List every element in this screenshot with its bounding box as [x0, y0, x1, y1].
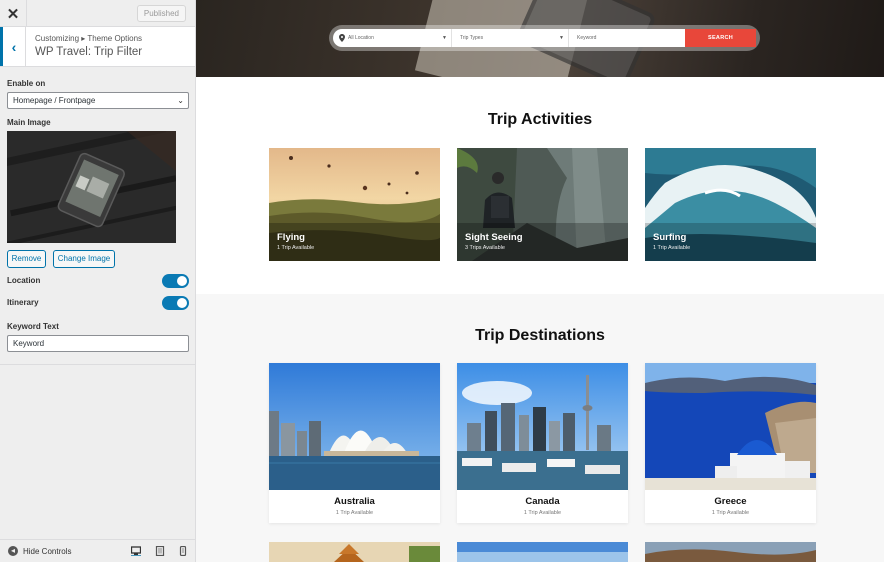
location-select[interactable]: All Location ▼	[333, 29, 452, 47]
destination-count: 1 Trip Available	[523, 510, 562, 516]
trip-search-form: All Location ▼ Trip Types ▼ Keyword SEAR…	[329, 25, 760, 51]
destination-count: 1 Trip Available	[711, 510, 750, 516]
destination-card-partial[interactable]	[457, 542, 628, 562]
published-button[interactable]: Published	[136, 5, 186, 22]
itinerary-toggle[interactable]	[162, 296, 189, 310]
main-image-preview	[7, 131, 176, 243]
activity-name: Sight Seeing	[465, 232, 523, 243]
destination-count: 1 Trip Available	[335, 510, 374, 516]
location-row: Location	[7, 274, 189, 288]
keyword-text-input[interactable]: Keyword	[7, 335, 189, 352]
destination-image-australia	[269, 363, 440, 490]
search-bar: All Location ▼ Trip Types ▼ Keyword SEAR…	[333, 29, 756, 47]
site-preview: All Location ▼ Trip Types ▼ Keyword SEAR…	[196, 0, 884, 562]
itinerary-label: Itinerary	[7, 298, 39, 307]
customizer-header: ✕ Published	[0, 0, 195, 27]
back-chevron-icon[interactable]: ‹	[0, 27, 26, 66]
itinerary-row: Itinerary	[7, 296, 189, 310]
activity-card-flying[interactable]: Flying 1 Trip Available	[269, 148, 440, 261]
search-button[interactable]: SEARCH	[685, 29, 756, 47]
trip-activities-title: Trip Activities	[487, 111, 593, 128]
keyword-search-placeholder: Keyword	[577, 35, 597, 41]
destination-name: Greece	[714, 496, 747, 507]
enable-on-label: Enable on	[7, 79, 46, 88]
change-image-button[interactable]: Change Image	[53, 250, 115, 268]
trip-types-select-value: Trip Types	[460, 35, 484, 41]
destination-card-australia[interactable]: Australia 1 Trip Available	[269, 363, 440, 523]
mobile-icon[interactable]	[178, 546, 188, 556]
close-icon[interactable]: ✕	[0, 0, 27, 27]
section-header: ‹ Customizing ▸ Theme Options WP Travel:…	[0, 27, 195, 67]
activity-name: Flying	[277, 232, 305, 243]
activity-name: Surfing	[653, 232, 687, 243]
chevron-down-icon: ▼	[442, 35, 447, 41]
customizer-footer: ◂ Hide Controls	[0, 539, 195, 562]
destination-name: Canada	[525, 496, 560, 507]
divider	[0, 364, 195, 365]
location-toggle[interactable]	[162, 274, 189, 288]
activity-count: 1 Trip Available	[653, 245, 691, 251]
tablet-icon[interactable]	[155, 546, 165, 556]
keyword-text-label: Keyword Text	[7, 322, 59, 331]
keyword-search-input[interactable]: Keyword	[569, 29, 685, 47]
hero-banner: All Location ▼ Trip Types ▼ Keyword SEAR…	[196, 0, 884, 77]
destination-card-greece[interactable]: Greece 1 Trip Available	[645, 363, 816, 523]
enable-on-select[interactable]: Homepage / Frontpage ⌄	[7, 92, 189, 109]
activity-count: 1 Trip Available	[277, 245, 315, 251]
activity-count: 3 Trips Available	[465, 245, 505, 251]
hide-controls-icon[interactable]: ◂	[8, 546, 18, 556]
destination-card-partial[interactable]	[645, 542, 816, 562]
remove-image-button[interactable]: Remove	[7, 250, 46, 268]
trip-destinations-title: Trip Destinations	[475, 327, 605, 344]
hide-controls-button[interactable]: Hide Controls	[23, 547, 71, 556]
destination-card-canada[interactable]: Canada 1 Trip Available	[457, 363, 628, 523]
desktop-icon[interactable]	[131, 546, 141, 556]
customizer-sidebar: ✕ Published ‹ Customizing ▸ Theme Option…	[0, 0, 196, 562]
activity-card-surfing[interactable]: Surfing 1 Trip Available	[645, 148, 816, 261]
location-pin-icon	[339, 34, 345, 42]
section-title: WP Travel: Trip Filter	[35, 46, 143, 58]
activity-card-sight-seeing[interactable]: Sight Seeing 3 Trips Available	[457, 148, 628, 261]
chevron-down-icon: ▼	[559, 35, 564, 41]
breadcrumb: Customizing ▸ Theme Options	[35, 34, 143, 43]
destination-name: Australia	[334, 496, 375, 507]
trip-types-select[interactable]: Trip Types ▼	[452, 29, 569, 47]
destination-image-canada	[457, 363, 628, 490]
enable-on-value: Homepage / Frontpage	[13, 96, 96, 105]
main-image-label: Main Image	[7, 118, 51, 127]
destination-card-partial[interactable]	[269, 542, 440, 562]
location-select-value: All Location	[348, 35, 374, 41]
destination-image-greece	[645, 363, 816, 490]
location-label: Location	[7, 276, 41, 285]
chevron-down-icon: ⌄	[177, 96, 184, 105]
